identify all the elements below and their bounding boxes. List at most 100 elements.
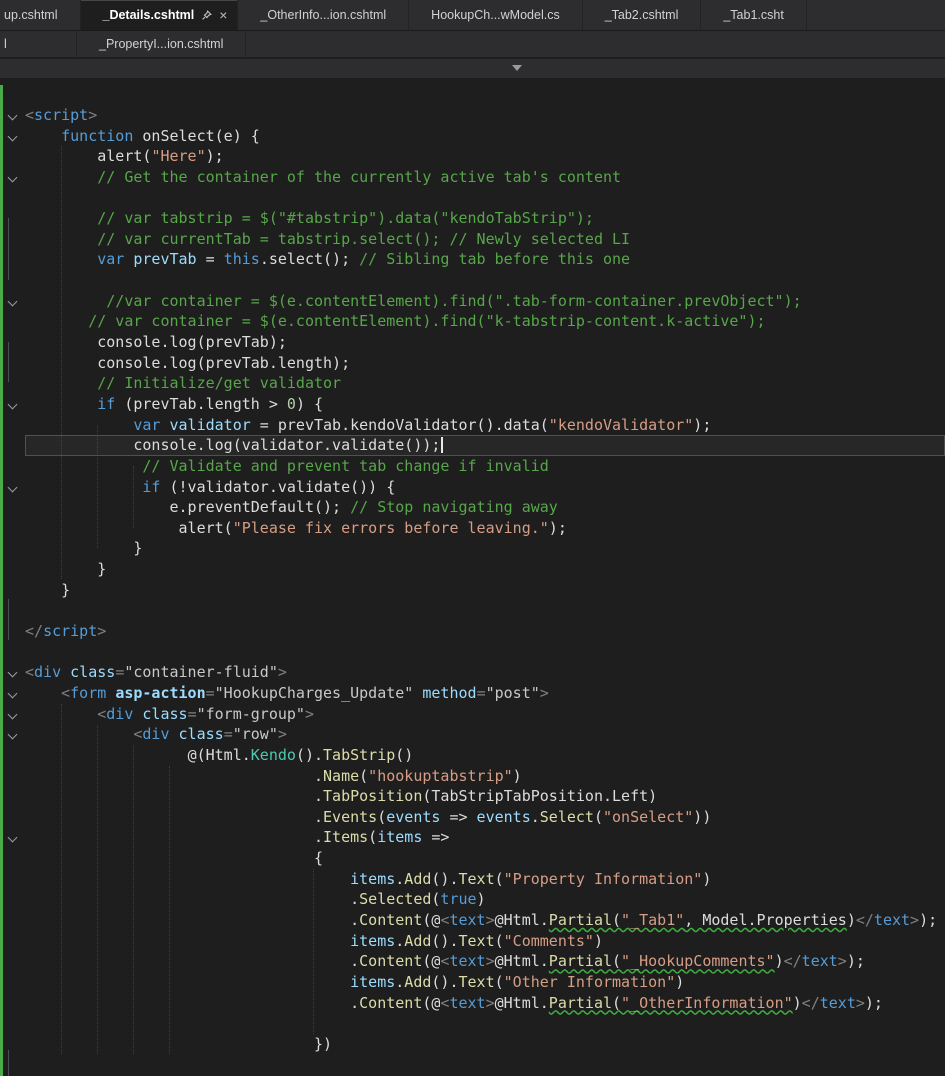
code-line[interactable]: } [25,559,945,580]
code-line[interactable]: </script> [25,621,945,642]
code-line[interactable]: //var container = $(e.contentElement).fi… [7,291,945,312]
tab-well: up.cshtml _Details.cshtml × _OtherInfo...io… [0,0,945,57]
code-line[interactable]: } [25,580,945,601]
code-line[interactable]: .Items(items => [7,827,945,848]
code-line[interactable]: console.log(prevTab); [25,332,945,353]
code-text: // Get the container of the currently ac… [97,167,622,186]
code-text: <form asp-action="HookupCharges_Update" … [61,683,549,702]
tab-hookupch-wmodel-cs[interactable]: HookupCh...wModel.cs [409,0,583,30]
fold-chevron-icon[interactable] [7,399,18,410]
code-line[interactable]: } [25,538,945,559]
code-line[interactable] [25,1013,945,1034]
tab--details-cshtml[interactable]: _Details.cshtml × [80,0,239,30]
code-line[interactable]: .Events(events => events.Select("onSelec… [25,807,945,828]
code-text: e.preventDefault(); // Stop navigating a… [169,498,558,517]
code-text: console.log(prevTab); [97,333,287,352]
code-text: //var container = $(e.contentElement).fi… [106,291,802,310]
code-text: function onSelect(e) { [61,126,260,145]
code-text: <div class="row"> [133,725,287,744]
tab-l[interactable]: l [0,31,77,57]
pin-icon[interactable] [201,9,213,21]
code-line[interactable]: }) [25,1034,945,1055]
fold-chevron-icon[interactable] [7,482,18,492]
code-text: } [97,560,107,579]
code-line[interactable]: console.log(prevTab.length); [25,353,945,374]
code-text: .Content(@<text>@Html.Partial("_OtherInf… [350,993,883,1012]
code-line[interactable]: <div class="row"> [7,724,945,745]
tab--propertyi-ion-cshtml[interactable]: _PropertyI...ion.cshtml [77,31,247,57]
fold-chevron-icon[interactable] [7,667,18,678]
code-line[interactable]: if (!validator.validate()) { [7,477,945,498]
code-line[interactable]: items.Add().Text("Other Information") [25,972,945,993]
code-text: items.Add().Text("Other Information") [350,972,685,991]
code-line[interactable]: items.Add().Text("Property Information") [25,869,945,890]
code-line[interactable]: alert("Please fix errors before leaving.… [25,518,945,539]
tab-label: up.cshtml [4,8,58,22]
code-line[interactable]: @(Html.Kendo().TabStrip() [25,745,945,766]
code-text: items.Add().Text("Property Information") [350,869,712,888]
code-line[interactable]: function onSelect(e) { [7,126,945,147]
code-line[interactable]: // Initialize/get validator [25,373,945,394]
close-icon[interactable]: × [219,8,227,22]
fold-chevron-icon[interactable] [7,709,18,720]
code-text: } [133,539,143,558]
code-line[interactable]: <script> [7,105,945,126]
fold-chevron-icon[interactable] [7,172,18,183]
tab--tab1-csht[interactable]: _Tab1.csht [701,0,807,30]
change-tracking-bar [0,85,3,1076]
code-line[interactable]: e.preventDefault(); // Stop navigating a… [25,497,945,518]
code-line[interactable] [25,270,945,291]
tab-label: _Tab1.csht [723,8,784,22]
code-line[interactable]: var prevTab = this.select(); // Sibling … [25,249,945,270]
code-line[interactable]: .Content(@<text>@Html.Partial("_OtherInf… [25,993,945,1014]
code-line[interactable]: if (prevTab.length > 0) { [7,394,945,415]
code-line[interactable]: .Selected(true) [25,889,945,910]
code-line[interactable]: <form asp-action="HookupCharges_Update" … [7,683,945,704]
code-line[interactable]: .Name("hookuptabstrip") [25,766,945,787]
code-line[interactable]: <div class="container-fluid"> [7,662,945,683]
fold-chevron-icon[interactable] [7,688,18,699]
code-line[interactable] [25,642,945,663]
code-line[interactable]: // Get the container of the currently ac… [7,167,945,188]
code-line[interactable]: items.Add().Text("Comments") [25,931,945,952]
text-cursor [441,437,444,454]
code-text: .Events(events => events.Select("onSelec… [313,807,712,826]
fold-chevron-icon[interactable] [7,296,18,307]
code-text: console.log(validator.validate()); [25,436,444,454]
code-line[interactable]: .TabPosition(TabStripTabPosition.Left) [25,786,945,807]
code-text: .Content(@<text>@Html.Partial("_HookupCo… [350,952,865,971]
code-text: .TabPosition(TabStripTabPosition.Left) [313,787,658,806]
code-line[interactable]: // var container = $(e.contentElement).f… [25,311,945,332]
fold-chevron-icon[interactable] [7,110,18,121]
fold-chevron-icon[interactable] [7,832,18,843]
code-line[interactable]: { [25,848,945,869]
code-line[interactable]: alert("Here"); [25,146,945,167]
code-text: <script> [25,106,98,124]
code-line[interactable]: console.log(validator.validate()); [25,435,945,456]
code-line[interactable] [25,600,945,621]
editor: <script> function onSelect(e) { alert("H… [0,78,945,1076]
tab--otherinfo-ion-cshtml[interactable]: _OtherInfo...ion.cshtml [238,0,410,30]
code-line[interactable]: // Validate and prevent tab change if in… [25,456,945,477]
code-line[interactable]: .Content(@<text>@Html.Partial("_Tab1", M… [25,910,945,931]
code-text: { [313,849,324,868]
code-text: alert("Please fix errors before leaving.… [178,518,567,537]
tab--tab2-cshtml[interactable]: _Tab2.cshtml [583,0,702,30]
code-line[interactable] [25,188,945,209]
code-text: .Name("hookuptabstrip") [313,766,522,785]
chevron-down-icon[interactable] [512,65,522,71]
code-line[interactable]: var validator = prevTab.kendoValidator()… [25,415,945,436]
code-line[interactable]: // var currentTab = tabstrip.select(); /… [25,229,945,250]
editor-dropdown-strip [0,57,945,78]
fold-chevron-icon[interactable] [7,131,18,142]
code-text: </script> [25,622,107,641]
code-text: .Selected(true) [350,890,486,909]
tab-label: _OtherInfo...ion.cshtml [260,8,387,22]
code-line[interactable]: <div class="form-group"> [7,704,945,725]
tab-label: l [4,37,7,51]
code-text: <div class="container-fluid"> [25,663,287,682]
fold-chevron-icon[interactable] [7,729,18,740]
tab-up-cshtml[interactable]: up.cshtml [0,0,81,30]
code-line[interactable]: .Content(@<text>@Html.Partial("_HookupCo… [25,951,945,972]
code-line[interactable]: // var tabstrip = $("#tabstrip").data("k… [25,208,945,229]
